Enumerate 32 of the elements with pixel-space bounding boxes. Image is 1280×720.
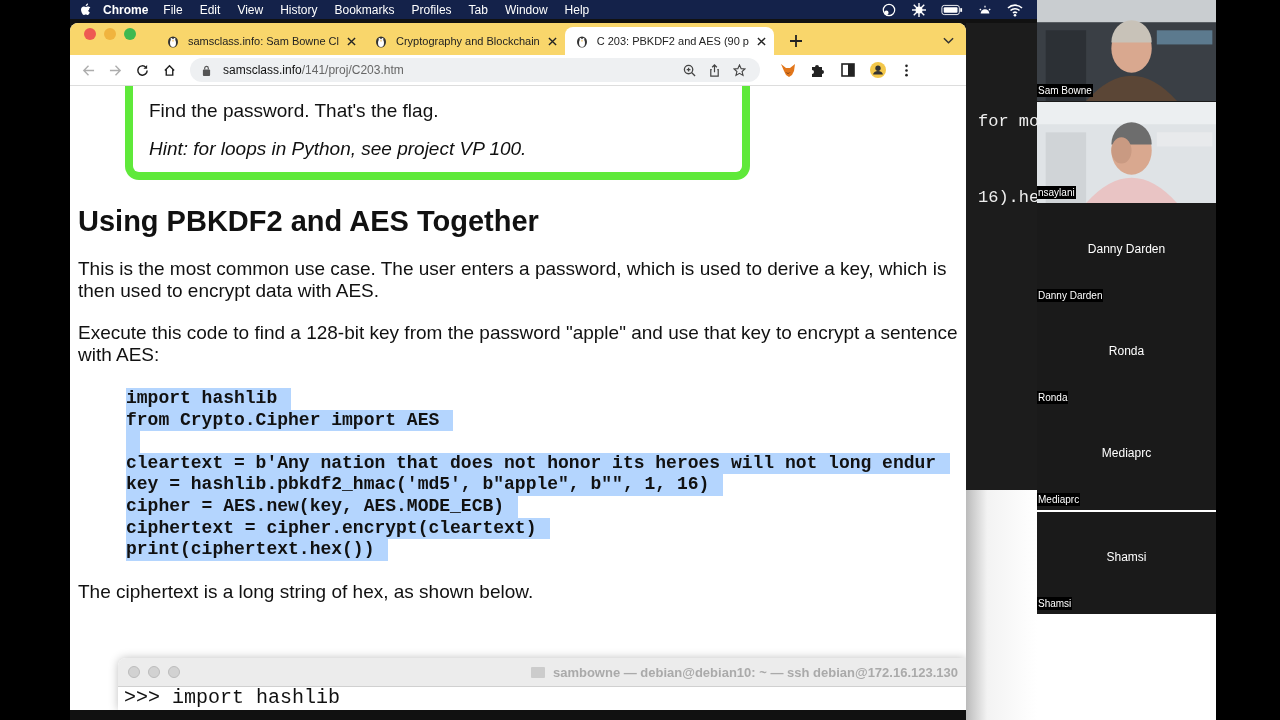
hint-text: Hint: for loops in Python, see project VP 100. [149,138,528,160]
terminal-line: >>> import hashlib [123,687,342,709]
name-label: Ronda [1037,391,1069,404]
participant-name: Danny Darden [1087,242,1166,256]
name-label: Mediaprc [1037,493,1081,506]
paragraph: This is the most common use case. The user enters a password, which is used to derive a key, which is then used to encrypt data with AES. [78,258,948,302]
name-label: Sam Bowne [1037,84,1093,97]
menu-item[interactable]: Bookmarks [334,2,395,17]
menu-item[interactable]: View [237,2,264,17]
name-label: Danny Darden [1037,289,1104,302]
menu-item[interactable]: History [280,2,318,17]
section-heading: Using PBKDF2 and AES Together [78,204,540,238]
callout-text: Find the password. That's the flag. [149,100,440,122]
participant-name: Ronda [1108,344,1145,358]
address-bar[interactable]: samsclass.info/141/proj/C203.htm [190,58,760,82]
app-menu[interactable]: Chrome [103,2,149,17]
menu-item[interactable]: Tab [468,2,488,17]
paragraph: The ciphertext is a long string of hex, as shown below. [78,580,535,603]
name-label: Shamsi [1037,597,1073,610]
menu-item[interactable]: File [163,2,183,17]
menu-item[interactable]: Profiles [411,2,452,17]
participant-name: Mediaprc [1101,446,1152,460]
browser-tab[interactable]: Cryptography and Blockchain [364,27,565,55]
window-title: sambowne — debian@debian10: ~ — ssh debian@172.16.123.130 [552,664,958,680]
menu-item[interactable]: Help [564,2,590,17]
browser-tab[interactable]: samsclass.info: Sam Bowne Cl [156,27,364,55]
paragraph: Execute this code to find a 128-bit key from the password "apple" and use that key to encrypt a sentence with AES: [78,322,959,366]
menu-item[interactable]: Window [504,2,548,17]
menu-item[interactable]: Edit [199,2,221,17]
browser-tab[interactable]: C 203: PBKDF2 and AES (90 p [564,27,774,55]
participant-name: Shamsi [1106,550,1147,564]
name-label: nsaylani [1037,186,1076,199]
